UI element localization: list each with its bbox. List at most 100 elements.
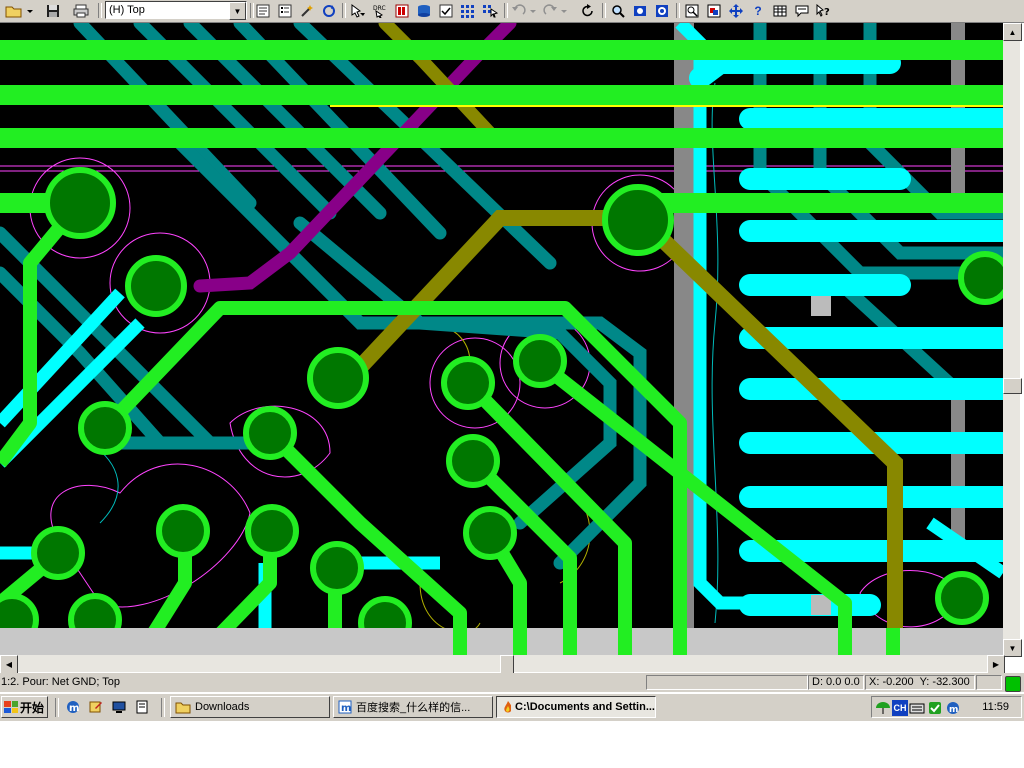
desktop-icon <box>112 701 126 713</box>
zoom-window-button[interactable] <box>631 2 649 19</box>
folder-open-icon <box>5 6 33 17</box>
zoom-window-icon <box>634 5 646 16</box>
app-icon <box>504 701 512 713</box>
autoroute-button[interactable] <box>481 2 499 19</box>
drc-filter-button[interactable]: DRC <box>371 2 389 19</box>
zoom-board-icon <box>656 4 668 17</box>
list-button[interactable] <box>276 2 294 19</box>
layer-select-value: (H) Top <box>109 4 145 16</box>
messenger-icon[interactable]: m <box>945 700 961 716</box>
cursor-filter-icon <box>351 3 365 18</box>
browser-icon: m <box>67 701 79 714</box>
task-label: C:\Documents and Settin... <box>515 701 655 713</box>
zoom-board-button[interactable] <box>653 2 671 19</box>
via-square <box>811 296 831 316</box>
pcb-canvas[interactable] <box>0 23 1003 655</box>
start-label: 开始 <box>20 700 45 715</box>
task-pcb-editor[interactable]: C:\Documents and Settin... <box>496 696 656 718</box>
scroll-up-button[interactable]: ▲ <box>1003 23 1022 41</box>
route-button[interactable] <box>459 2 477 19</box>
color-button[interactable] <box>393 2 411 19</box>
umbrella-icon[interactable] <box>875 700 891 716</box>
select-filter-button[interactable] <box>349 2 367 19</box>
scroll-right-button[interactable]: ▶ <box>987 655 1005 674</box>
quicklaunch-ie[interactable]: m <box>65 699 81 715</box>
spreadsheet-icon <box>773 5 787 16</box>
scroll-left-button[interactable]: ◀ <box>0 655 18 674</box>
svg-text:m: m <box>949 705 958 715</box>
pad <box>602 184 674 256</box>
wand-icon <box>301 4 313 17</box>
spreadsheet-button[interactable] <box>771 2 789 19</box>
pan-view-icon <box>685 4 699 17</box>
pad <box>307 347 369 409</box>
horizontal-scrollbar[interactable]: ◀ ▶ <box>0 655 1005 674</box>
arrow-left-icon: ◀ <box>5 660 13 669</box>
library-button[interactable] <box>415 2 433 19</box>
status-text: 1:2. Pour: Net GND; Top <box>1 676 121 688</box>
list-icon <box>278 4 292 17</box>
folder-icon <box>175 702 191 714</box>
pan-view-button[interactable] <box>683 2 701 19</box>
properties-icon <box>256 4 270 17</box>
pad <box>44 167 116 239</box>
pad <box>245 504 299 558</box>
horizontal-scroll-thumb[interactable] <box>500 655 514 674</box>
svg-text:?: ? <box>824 7 830 18</box>
properties-button[interactable] <box>254 2 272 19</box>
magnifier-icon <box>612 4 625 18</box>
open-dropdown-button[interactable] <box>4 2 34 19</box>
browser-icon: m <box>338 700 352 714</box>
chevron-down-icon[interactable]: ▼ <box>229 2 246 20</box>
windows-taskbar: 开始 m Downloads m 百度搜索_什么样的信... C:\Docume… <box>0 693 1024 721</box>
library-icon <box>418 4 430 17</box>
pad <box>463 506 517 560</box>
print-button[interactable] <box>72 2 90 19</box>
help-button[interactable]: ? <box>749 2 767 19</box>
pad <box>31 526 85 580</box>
quicklaunch-app[interactable] <box>88 699 104 715</box>
autoroute-icon <box>483 4 498 17</box>
drc-icon: DRC <box>373 5 386 18</box>
refresh-settings-button[interactable] <box>320 2 338 19</box>
security-check-icon[interactable] <box>927 700 943 716</box>
start-button[interactable]: 开始 <box>1 696 48 718</box>
feedback-button[interactable] <box>793 2 811 19</box>
keyboard-icon[interactable] <box>909 700 925 716</box>
quicklaunch-notepad[interactable] <box>134 699 150 715</box>
status-coordinates: X: -0.200 Y: -32.300 <box>865 675 975 690</box>
layer-select[interactable]: (H) Top ▼ <box>105 1 247 20</box>
vertical-scroll-thumb[interactable] <box>1003 378 1022 394</box>
redraw-icon <box>582 3 593 16</box>
context-help-button[interactable]: ? <box>815 2 833 19</box>
windows-logo-icon <box>4 701 18 713</box>
status-d-field: D: 0.0 0.0 <box>808 675 864 690</box>
svg-text:DRC: DRC <box>373 5 386 12</box>
arrow-down-icon: ▼ <box>1008 643 1017 653</box>
redo-button[interactable] <box>541 2 569 19</box>
redraw-button[interactable] <box>579 2 597 19</box>
layer-view-button[interactable] <box>705 2 723 19</box>
task-baidu-search[interactable]: m 百度搜索_什么样的信... <box>333 696 493 718</box>
question-icon: ? <box>754 3 762 18</box>
task-downloads[interactable]: Downloads <box>170 696 330 718</box>
zoom-button[interactable] <box>609 2 627 19</box>
arrow-right-icon: ▶ <box>992 660 1000 669</box>
save-button[interactable] <box>44 2 62 19</box>
move-arrows-icon <box>729 3 743 18</box>
pad <box>935 571 989 625</box>
verify-button[interactable] <box>437 2 455 19</box>
pad <box>78 401 132 455</box>
checklist-icon <box>439 4 453 17</box>
undo-button[interactable] <box>510 2 538 19</box>
print-icon <box>73 4 89 17</box>
vertical-scrollbar[interactable]: ▲ ▼ <box>1003 23 1022 657</box>
ime-indicator[interactable]: CH <box>892 700 908 716</box>
scroll-down-button[interactable]: ▼ <box>1003 639 1022 657</box>
system-tray: CH m 11:59 <box>871 696 1022 718</box>
move-button[interactable] <box>727 2 745 19</box>
quicklaunch-desktop[interactable] <box>111 699 127 715</box>
chat-icon <box>795 5 809 17</box>
wizard-button[interactable] <box>298 2 316 19</box>
pcb-layout-view[interactable] <box>0 23 1003 655</box>
